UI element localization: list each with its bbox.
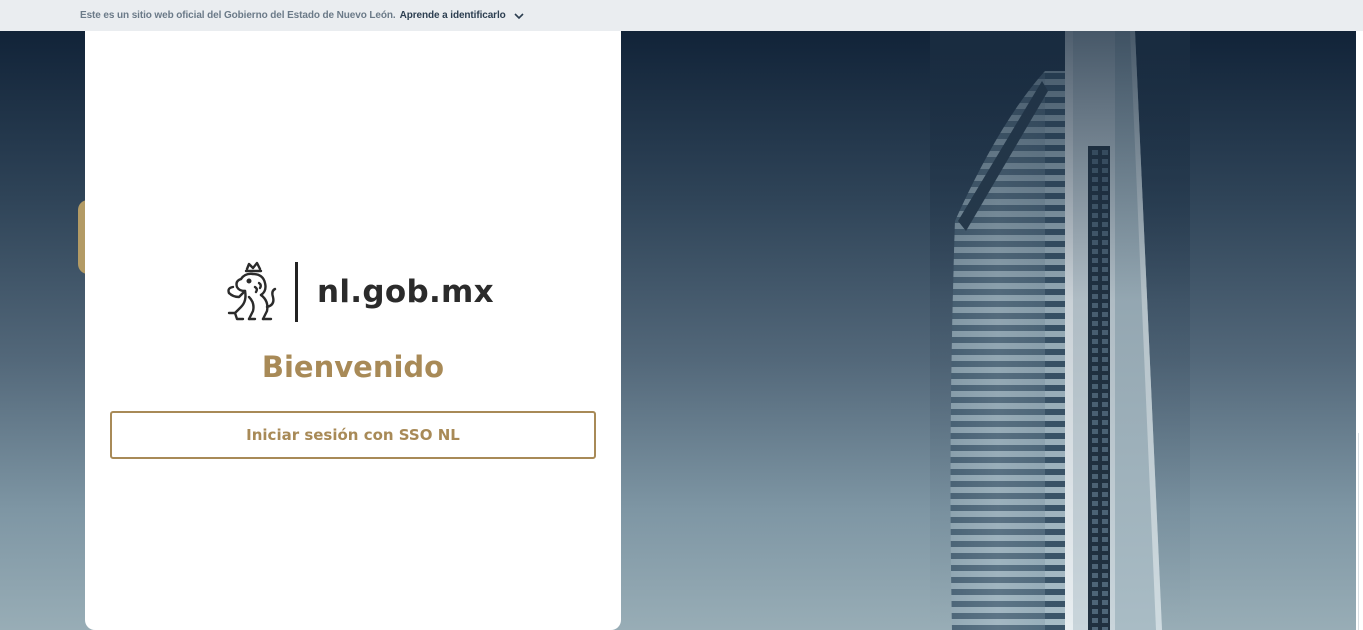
sso-login-button-label: Iniciar sesión con SSO NL [246,426,460,444]
learn-to-identify-label: Aprende a identificarlo [399,10,506,21]
gov-official-banner: Este es un sitio web oficial del Gobiern… [0,0,1363,31]
page-scrollbar[interactable] [1356,31,1363,630]
logo-divider [295,262,298,322]
scrollbar-thumb[interactable] [1358,433,1363,630]
learn-to-identify-link[interactable]: Aprende a identificarlo [400,10,524,21]
chevron-down-icon [514,12,524,19]
tower-building-image [930,31,1190,630]
nl-gob-logo: nl.gob.mx [225,261,494,323]
official-site-notice: Este es un sitio web oficial del Gobiern… [80,10,396,21]
lion-crest-icon [227,261,277,321]
welcome-title: Bienvenido [261,350,445,384]
login-card [85,31,621,630]
sso-login-button[interactable]: Iniciar sesión con SSO NL [110,411,596,459]
brand-name: nl.gob.mx [317,274,494,310]
